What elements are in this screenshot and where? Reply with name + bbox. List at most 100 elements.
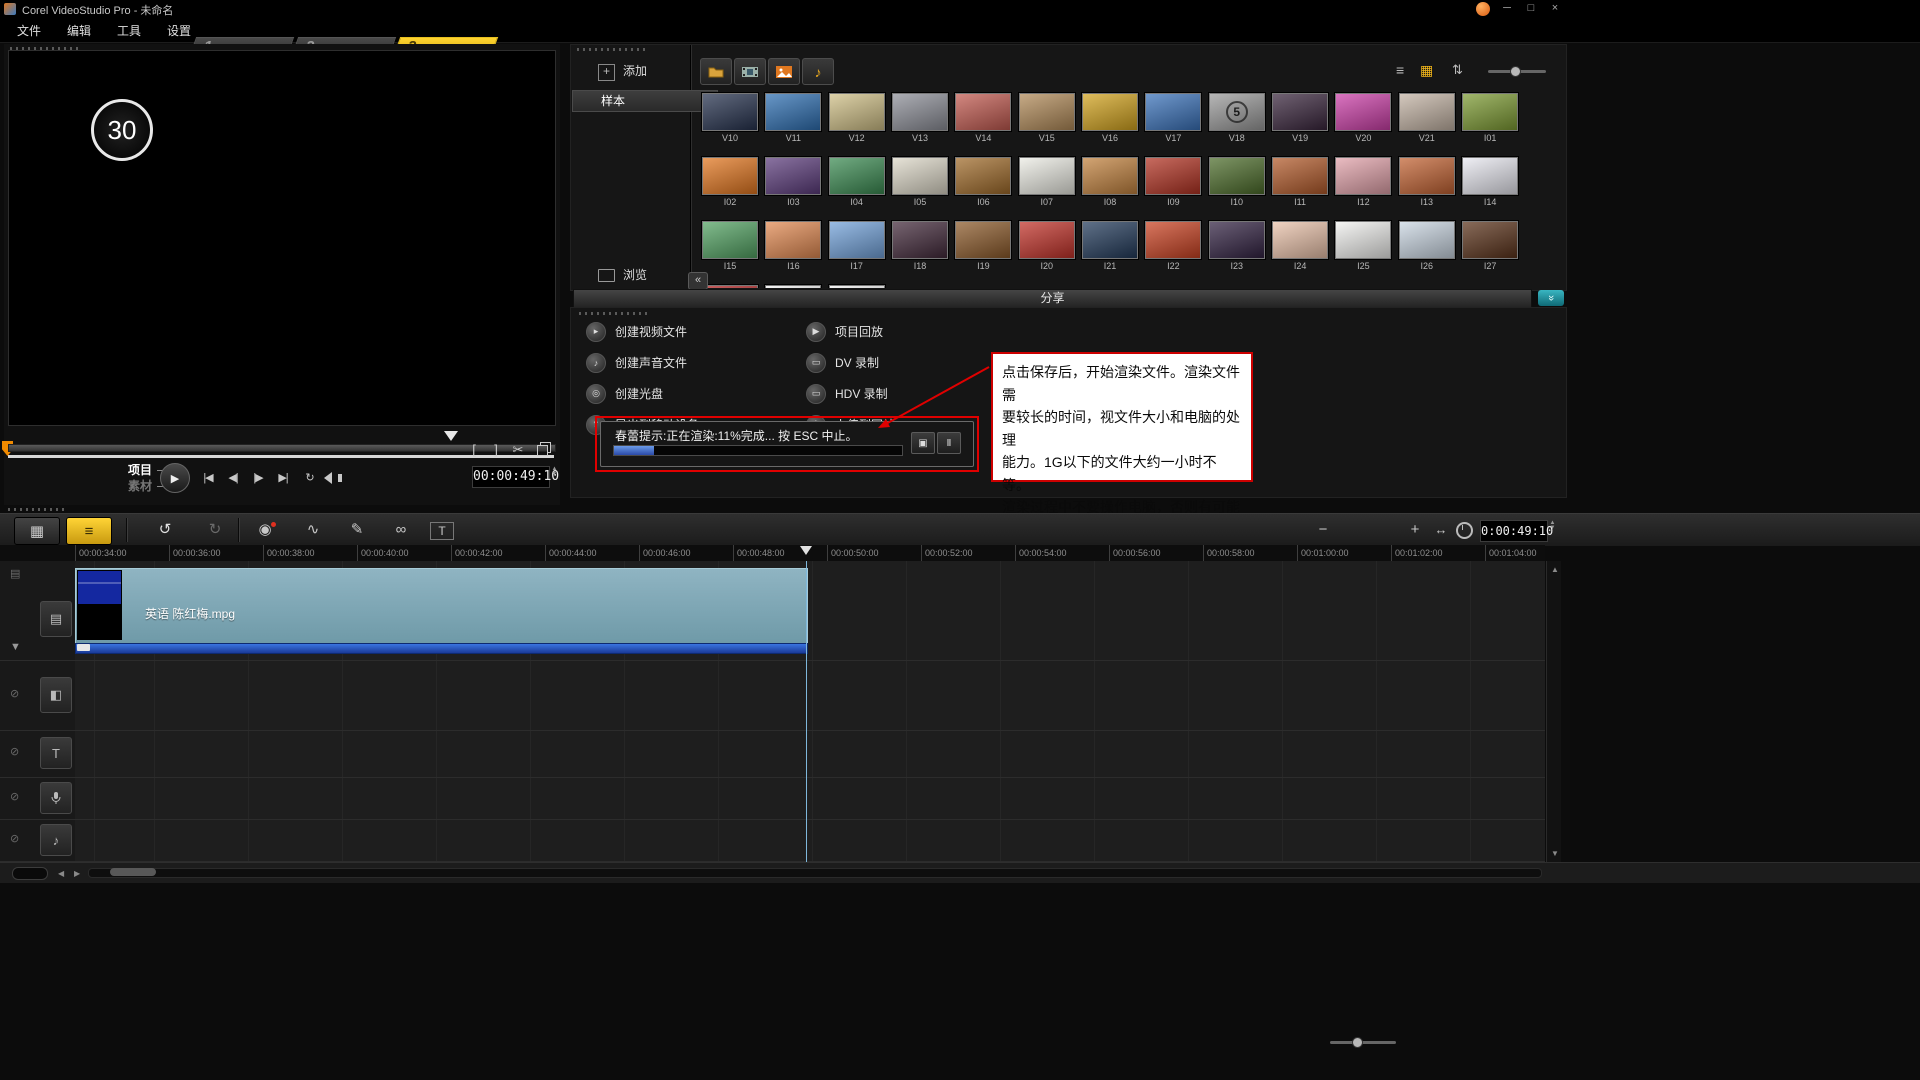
record-capture-button[interactable]: ◉	[248, 520, 282, 540]
clip-audio-strip[interactable]	[75, 643, 808, 654]
scroll-down-icon[interactable]: ▼	[1551, 849, 1559, 858]
mark-in-button[interactable]: [	[464, 441, 484, 459]
close-button[interactable]: ×	[1545, 1, 1565, 16]
preview-timecode[interactable]: 00:00:49:10	[472, 466, 550, 488]
tracks-vertical-scrollbar[interactable]: ▲ ▼	[1546, 561, 1561, 862]
list-view-button[interactable]: ≡	[1396, 62, 1404, 78]
library-thumbnail[interactable]: I09	[1144, 157, 1202, 207]
next-frame-button[interactable]: |▶	[246, 470, 270, 486]
library-thumbnail[interactable]: I19	[954, 221, 1012, 271]
title-track-lane[interactable]	[75, 731, 1545, 778]
ripple-lock-icon[interactable]: ⊘	[10, 687, 19, 700]
library-audio-filter-button[interactable]: ♪	[802, 58, 834, 85]
painting-creator-button[interactable]: ✎	[340, 520, 374, 540]
library-thumbnail[interactable]: V15	[1018, 93, 1076, 143]
library-thumbnail[interactable]: V17	[1144, 93, 1202, 143]
redo-button[interactable]: ↻	[198, 520, 232, 540]
grid-view-button[interactable]: ▦	[1420, 62, 1433, 79]
menu-item[interactable]: 编辑	[54, 18, 104, 43]
library-thumbnail[interactable]: I20	[1018, 221, 1076, 271]
overlay-track-button[interactable]: ◧	[40, 677, 72, 713]
library-thumbnail[interactable]: I08	[1081, 157, 1139, 207]
library-thumbnail[interactable]: I26	[1398, 221, 1456, 271]
library-thumbnail[interactable]: V11	[764, 93, 822, 143]
home-button[interactable]: |◀	[196, 470, 220, 486]
timeline-timecode[interactable]: 0:00:49:10	[1480, 520, 1548, 542]
library-thumbnail[interactable]: I15	[701, 221, 759, 271]
library-thumbnail[interactable]: I04	[828, 157, 886, 207]
library-thumbnail[interactable]: ◉ M02	[828, 285, 886, 288]
thumbnail-size-slider-handle[interactable]	[1510, 66, 1521, 77]
share-action-button[interactable]: ▶ 项目回放	[806, 316, 895, 347]
menu-item[interactable]: 文件	[4, 18, 54, 43]
play-button[interactable]: ▶	[160, 463, 190, 493]
scroll-up-icon[interactable]: ▲	[1551, 565, 1559, 574]
timeline-horizontal-scrollbar[interactable]	[88, 868, 1542, 878]
sound-mixer-button[interactable]: ∿	[296, 520, 330, 540]
music-track-button[interactable]: ♪	[40, 824, 72, 856]
gallery-item-sample[interactable]: 样本	[572, 90, 718, 112]
library-thumbnail[interactable]: V13	[891, 93, 949, 143]
library-thumbnail[interactable]: I02	[701, 157, 759, 207]
enlarge-preview-icon[interactable]	[537, 445, 548, 456]
collapse-library-button[interactable]: «	[688, 272, 708, 290]
ripple-lock-icon[interactable]: ⊘	[10, 790, 19, 803]
minimize-button[interactable]: ─	[1497, 1, 1517, 16]
previous-frame-button[interactable]: ◀|	[221, 470, 245, 486]
scroll-right-icon[interactable]: ▶	[74, 869, 80, 878]
library-thumbnail[interactable]: V19	[1271, 93, 1329, 143]
music-track-lane[interactable]	[75, 820, 1545, 862]
library-thumbnail[interactable]: I27	[1461, 221, 1519, 271]
library-thumbnail[interactable]: I10	[1208, 157, 1266, 207]
subtitle-button[interactable]: T	[430, 522, 454, 540]
library-thumbnail[interactable]: V12	[828, 93, 886, 143]
library-thumbnail[interactable]: 5 V18	[1208, 93, 1266, 143]
library-thumbnail[interactable]: I12	[1334, 157, 1392, 207]
timeline-zoom-slider[interactable]	[1330, 1041, 1396, 1044]
corel-guide-icon[interactable]	[1476, 2, 1490, 16]
library-thumbnail[interactable]: I28	[701, 285, 759, 288]
library-thumbnail[interactable]: I07	[1018, 157, 1076, 207]
library-folder-button[interactable]	[700, 58, 732, 85]
browse-button[interactable]: 浏览	[598, 266, 647, 283]
clock-icon[interactable]	[1456, 522, 1473, 539]
timeline-zoom-slider-handle[interactable]	[1352, 1037, 1363, 1048]
library-thumbnail[interactable]: I13	[1398, 157, 1456, 207]
timeline-view-button[interactable]: ≡	[66, 517, 112, 545]
share-action-button[interactable]: ▭ HDV 录制	[806, 378, 895, 409]
library-thumbnail[interactable]: ◉ M01	[764, 285, 822, 288]
share-action-button[interactable]: ▸ 创建视频文件	[586, 316, 699, 347]
voice-track-lane[interactable]	[75, 778, 1545, 820]
library-thumbnail[interactable]: I18	[891, 221, 949, 271]
render-preview-toggle-button[interactable]: ▣	[911, 432, 935, 454]
library-thumbnail[interactable]: I01	[1461, 93, 1519, 143]
title-track-button[interactable]: T	[40, 737, 72, 769]
library-thumbnail[interactable]: I16	[764, 221, 822, 271]
playhead-handle[interactable]	[800, 546, 812, 561]
library-video-filter-button[interactable]	[734, 58, 766, 85]
library-thumbnail[interactable]: V14	[954, 93, 1012, 143]
storyboard-view-button[interactable]: ▦	[14, 517, 60, 545]
fit-project-button[interactable]: ↔	[1424, 520, 1458, 540]
library-thumbnail[interactable]: V10	[701, 93, 759, 143]
scroll-left-icon[interactable]: ◀	[58, 869, 64, 878]
library-thumbnail[interactable]: I22	[1144, 221, 1202, 271]
share-action-button[interactable]: ◎ 创建光盘	[586, 378, 699, 409]
seek-handle[interactable]	[444, 431, 458, 448]
library-thumbnail[interactable]: I14	[1461, 157, 1519, 207]
timeline-scroll-pill[interactable]	[12, 867, 48, 880]
maximize-button[interactable]: □	[1521, 1, 1541, 16]
timeline-timecode-spinner[interactable]: ▲▼	[1548, 521, 1557, 531]
library-thumbnail[interactable]: I03	[764, 157, 822, 207]
track-expand-arrow[interactable]: ▼	[10, 641, 21, 653]
share-action-button[interactable]: ▭ DV 录制	[806, 347, 895, 378]
video-track-button[interactable]: ▤	[40, 601, 72, 637]
library-thumbnail[interactable]: I11	[1271, 157, 1329, 207]
ripple-lock-icon[interactable]: ⊘	[10, 832, 19, 845]
end-button[interactable]: ▶|	[271, 470, 295, 486]
undo-button[interactable]: ↺	[148, 520, 182, 540]
library-thumbnail[interactable]: V16	[1081, 93, 1139, 143]
voice-track-button[interactable]	[40, 782, 72, 814]
library-thumbnail[interactable]: I21	[1081, 221, 1139, 271]
collapse-panel-button[interactable]: »	[1538, 290, 1564, 306]
